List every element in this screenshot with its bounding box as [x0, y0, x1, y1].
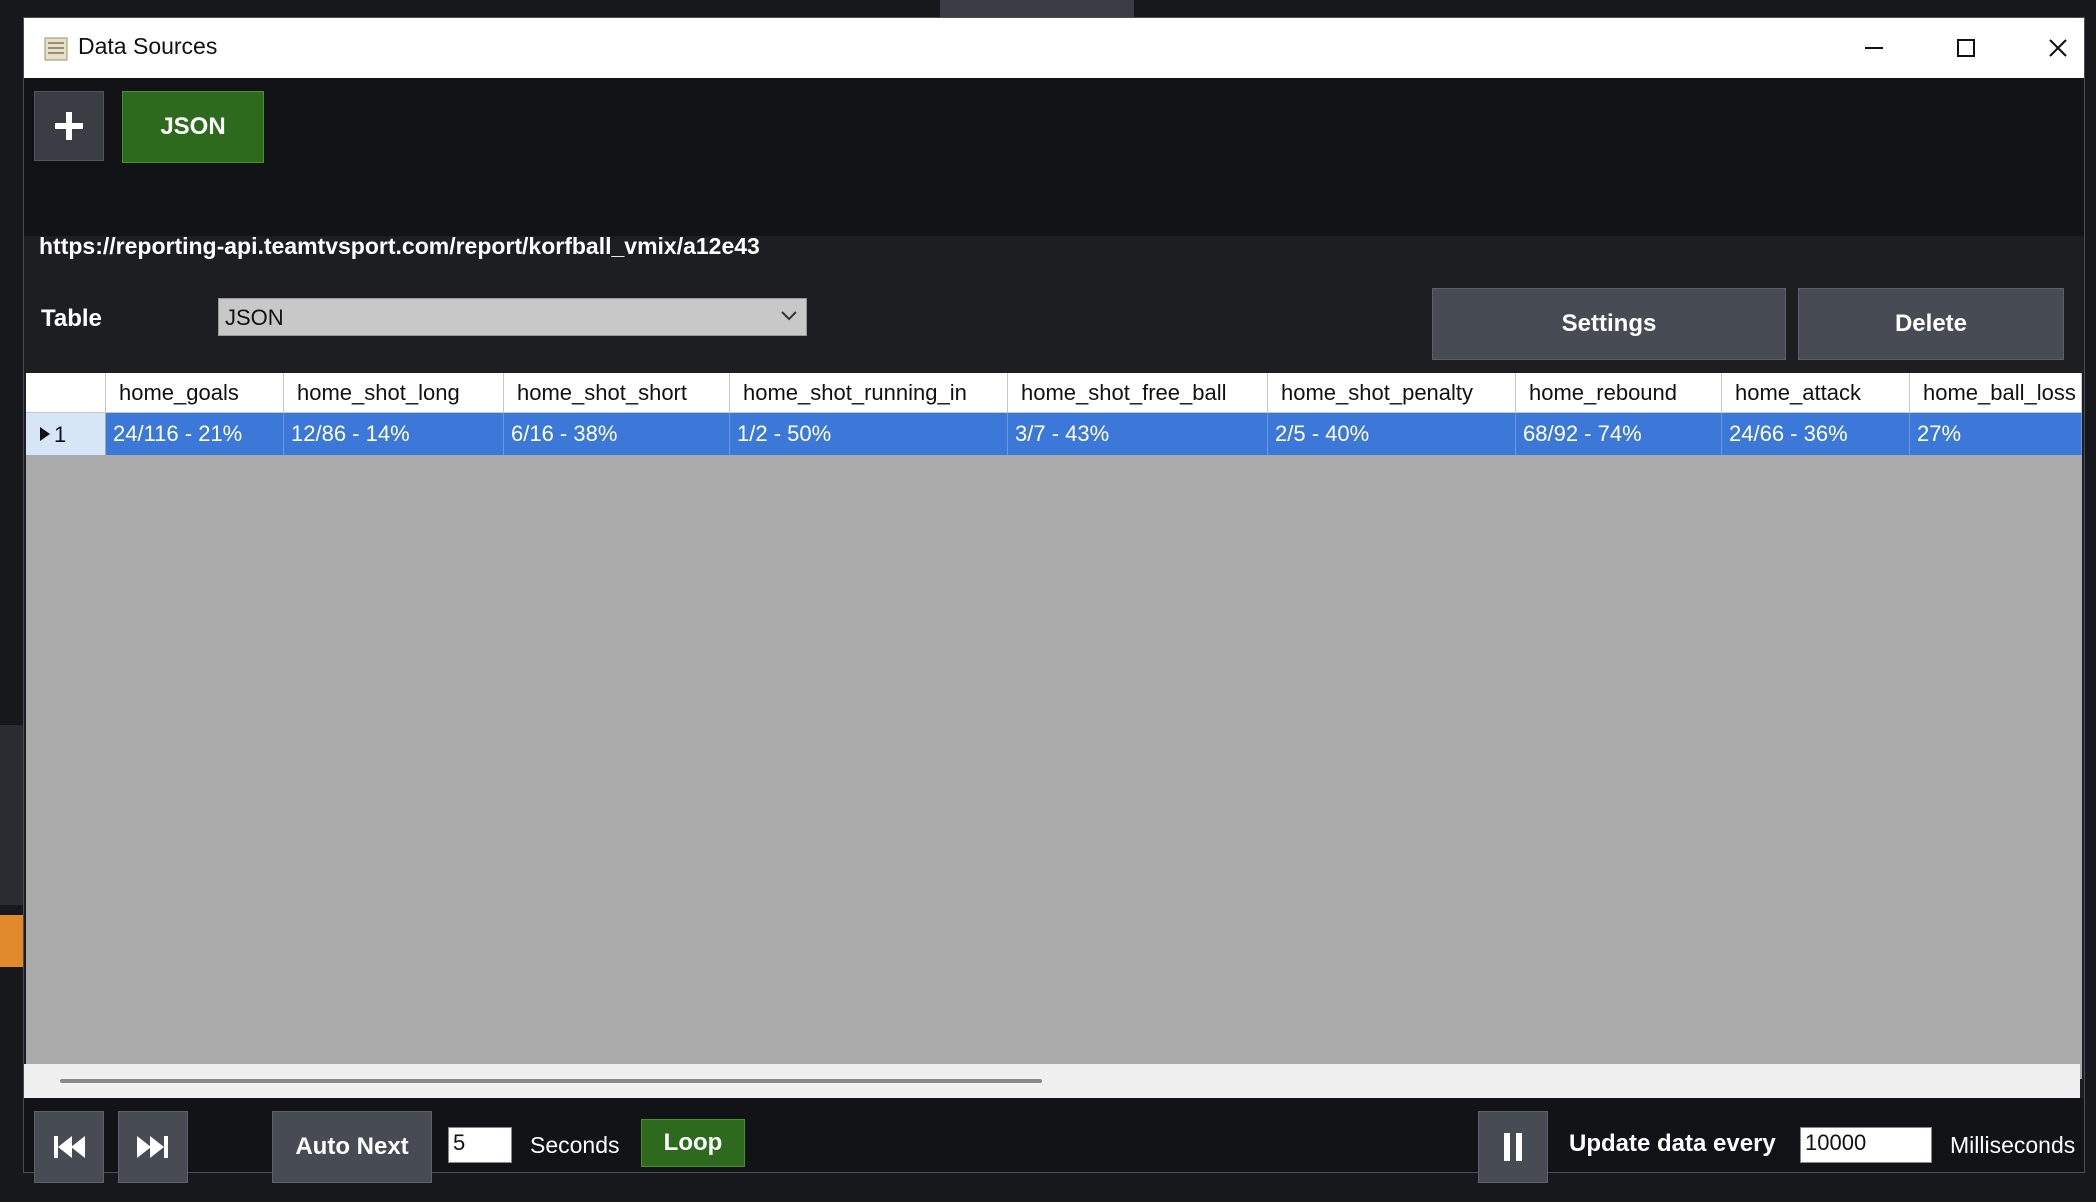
row-header[interactable]: 1 — [26, 413, 106, 455]
row-header-corner — [26, 373, 106, 412]
loop-toggle[interactable]: Loop — [641, 1119, 745, 1167]
table-cell[interactable]: 27% — [1910, 413, 2082, 455]
background-accent — [0, 915, 24, 967]
minimize-icon — [1865, 47, 1883, 49]
background-tab — [940, 0, 1134, 18]
table-cell[interactable]: 2/5 - 40% — [1268, 413, 1516, 455]
title-bar[interactable]: Data Sources — [24, 18, 2084, 78]
pause-update-button[interactable] — [1478, 1111, 1548, 1183]
plus-icon — [55, 112, 83, 140]
background-panel — [0, 725, 24, 905]
update-interval-input[interactable]: 10000 — [1800, 1127, 1932, 1163]
table-cell[interactable]: 68/92 - 74% — [1516, 413, 1722, 455]
data-sources-icon — [44, 37, 68, 61]
table-row[interactable]: 1 24/116 - 21% 12/86 - 14% 6/16 - 38% 1/… — [26, 413, 2082, 455]
minimize-button[interactable] — [1828, 18, 1920, 78]
seconds-label: Seconds — [530, 1132, 620, 1158]
column-header[interactable]: home_attack — [1722, 373, 1910, 412]
column-header[interactable]: home_ball_loss — [1910, 373, 2082, 412]
column-header[interactable]: home_rebound — [1516, 373, 1722, 412]
maximize-icon — [1957, 39, 1975, 57]
maximize-button[interactable] — [1920, 18, 2012, 78]
horizontal-scrollbar[interactable] — [24, 1064, 2080, 1098]
table-cell[interactable]: 24/66 - 36% — [1722, 413, 1910, 455]
table-select-value: JSON — [225, 305, 284, 330]
add-source-button[interactable] — [34, 91, 104, 161]
table-cell[interactable]: 1/2 - 50% — [730, 413, 1008, 455]
data-grid[interactable]: home_goals home_shot_long home_shot_shor… — [26, 373, 2082, 1079]
row-pointer-icon — [40, 427, 50, 441]
column-header[interactable]: home_shot_long — [284, 373, 504, 412]
skip-to-start-icon — [54, 1136, 85, 1158]
column-header[interactable]: home_goals — [106, 373, 284, 412]
row-number: 1 — [54, 422, 67, 447]
scrollbar-thumb[interactable] — [60, 1079, 1042, 1083]
table-cell[interactable]: 3/7 - 43% — [1008, 413, 1268, 455]
source-toolbar: JSON — [24, 78, 2084, 236]
table-select[interactable]: JSON — [218, 298, 807, 336]
table-label: Table — [41, 305, 102, 332]
auto-next-button[interactable]: Auto Next — [272, 1111, 432, 1183]
grid-header: home_goals home_shot_long home_shot_shor… — [26, 373, 2082, 413]
close-icon — [2049, 39, 2067, 57]
close-button[interactable] — [2012, 18, 2096, 78]
skip-to-end-icon — [137, 1136, 168, 1158]
pause-icon — [1504, 1133, 1522, 1161]
update-interval-label: Update data every — [1569, 1130, 1776, 1157]
first-row-button[interactable] — [34, 1111, 104, 1183]
last-row-button[interactable] — [118, 1111, 188, 1183]
column-header[interactable]: home_shot_short — [504, 373, 730, 412]
delete-button[interactable]: Delete — [1798, 288, 2064, 360]
playback-bar: Auto Next 5 Seconds Loop Update data eve… — [24, 1098, 2084, 1183]
table-cell[interactable]: 24/116 - 21% — [106, 413, 284, 455]
table-cell[interactable]: 12/86 - 14% — [284, 413, 504, 455]
column-header[interactable]: home_shot_penalty — [1268, 373, 1516, 412]
column-header[interactable]: home_shot_running_in — [730, 373, 1008, 412]
json-source-tab[interactable]: JSON — [122, 91, 264, 163]
window-title: Data Sources — [78, 33, 218, 59]
chevron-down-icon — [781, 311, 797, 321]
settings-button[interactable]: Settings — [1432, 288, 1786, 360]
source-url: https://reporting-api.teamtvsport.com/re… — [39, 233, 760, 259]
column-header[interactable]: home_shot_free_ball — [1008, 373, 1268, 412]
auto-next-seconds-input[interactable]: 5 — [448, 1127, 512, 1163]
table-cell[interactable]: 6/16 - 38% — [504, 413, 730, 455]
milliseconds-label: Milliseconds — [1950, 1132, 2076, 1158]
data-sources-window: Data Sources JSON https://reporting-api.… — [23, 17, 2085, 1183]
